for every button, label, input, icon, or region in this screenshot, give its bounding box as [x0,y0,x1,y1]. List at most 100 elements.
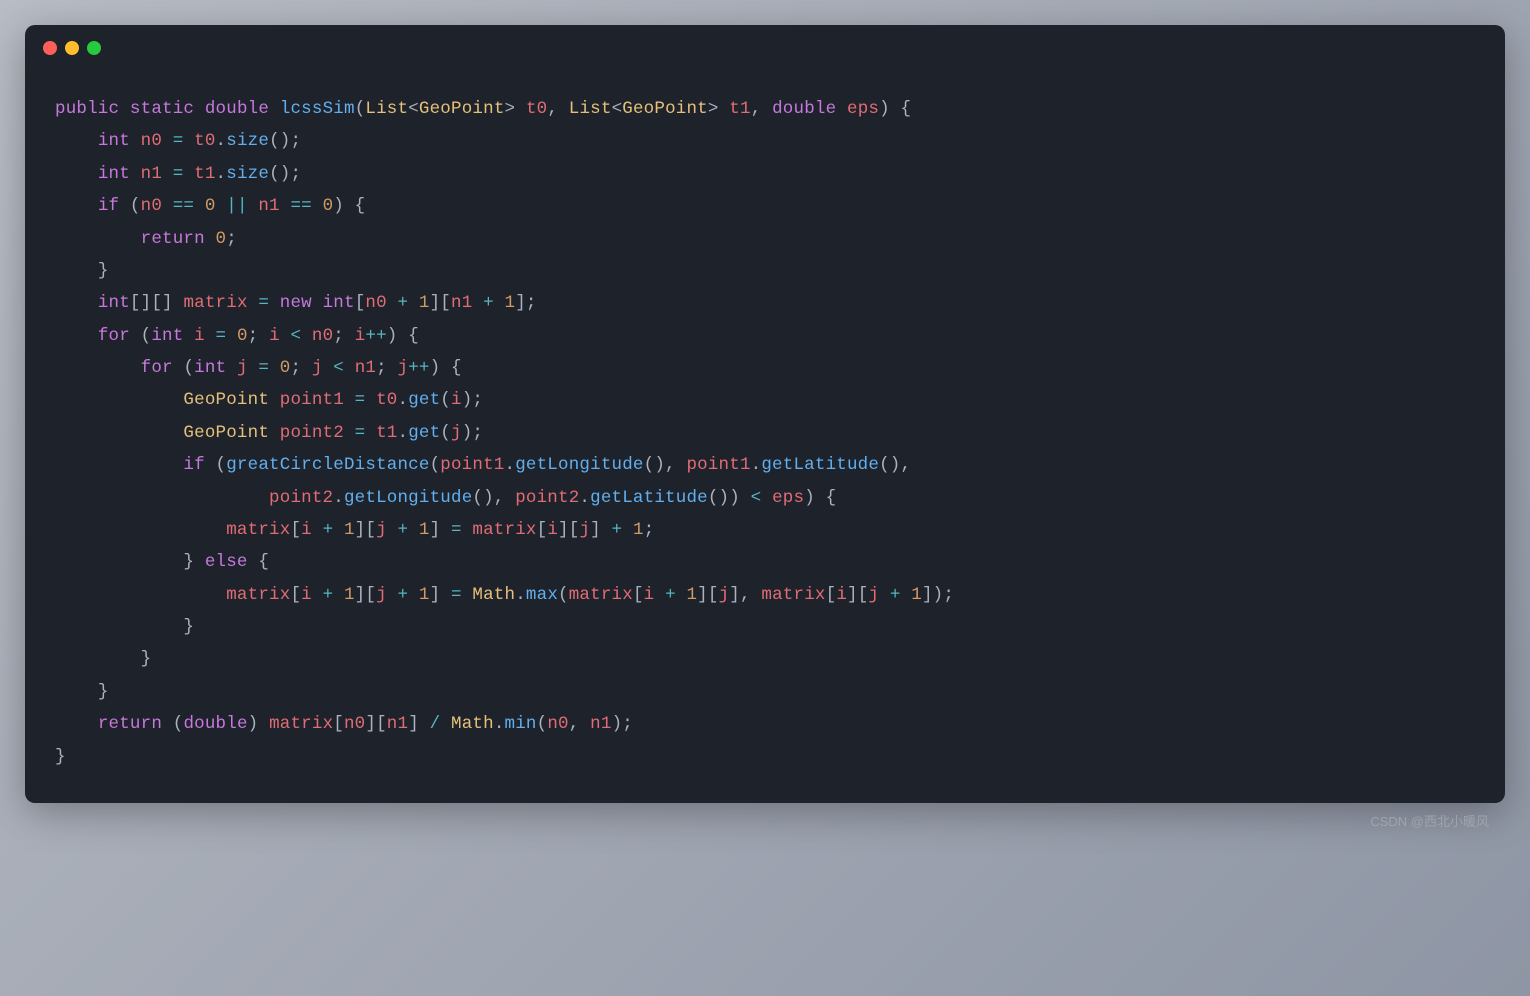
param: eps [847,99,879,119]
keyword: return [141,229,205,249]
method: getLongitude [515,455,643,475]
method: min [505,714,537,734]
number: 1 [419,520,430,540]
number: 1 [344,585,355,605]
class: List [365,99,408,119]
code-block: public static double lcssSim(List<GeoPoi… [25,63,1505,803]
close-icon[interactable] [43,41,57,55]
class: GeoPoint [419,99,505,119]
keyword: public [55,99,119,119]
var: point2 [269,488,333,508]
var: n0 [141,131,162,151]
keyword: int [98,164,130,184]
var: j [237,358,248,378]
method: get [408,390,440,410]
var: point2 [515,488,579,508]
number: 1 [344,520,355,540]
var: i [547,520,558,540]
var: point2 [280,423,344,443]
var: t0 [194,131,215,151]
class: GeoPoint [183,423,269,443]
keyword: if [183,455,204,475]
keyword: return [98,714,162,734]
code-window: public static double lcssSim(List<GeoPoi… [25,25,1505,803]
var: eps [772,488,804,508]
keyword: for [141,358,173,378]
var: j [719,585,730,605]
class: GeoPoint [622,99,708,119]
number: 1 [911,585,922,605]
method: getLatitude [590,488,708,508]
var: t0 [376,390,397,410]
var: i [269,326,280,346]
var: j [376,585,387,605]
keyword: if [98,196,119,216]
class: GeoPoint [183,390,269,410]
keyword: int [323,293,355,313]
var: j [398,358,409,378]
method: size [226,164,269,184]
maximize-icon[interactable] [87,41,101,55]
keyword: int [98,131,130,151]
class: List [569,99,612,119]
keyword: double [183,714,247,734]
var: i [451,390,462,410]
var: n0 [365,293,386,313]
var: j [312,358,323,378]
keyword: int [98,293,130,313]
var: point1 [686,455,750,475]
keyword: else [205,552,248,572]
minimize-icon[interactable] [65,41,79,55]
var: j [451,423,462,443]
var: n1 [590,714,611,734]
function-call: greatCircleDistance [226,455,429,475]
var: n1 [355,358,376,378]
var: point1 [440,455,504,475]
method: max [526,585,558,605]
var: i [644,585,655,605]
keyword: for [98,326,130,346]
var: matrix [569,585,633,605]
var: n1 [451,293,472,313]
var: n1 [258,196,279,216]
var: n0 [344,714,365,734]
var: point1 [280,390,344,410]
keyword: int [194,358,226,378]
var: t1 [194,164,215,184]
method: size [226,131,269,151]
number: 1 [686,585,697,605]
number: 0 [280,358,291,378]
param: t1 [729,99,750,119]
var: matrix [269,714,333,734]
number: 0 [216,229,227,249]
var: matrix [226,585,290,605]
keyword: double [205,99,269,119]
number: 0 [237,326,248,346]
var: matrix [472,520,536,540]
keyword: static [130,99,194,119]
var: n0 [141,196,162,216]
var: n0 [312,326,333,346]
watermark: CSDN @西北小暖风 [25,803,1505,830]
var: i [355,326,366,346]
var: i [194,326,205,346]
var: j [376,520,387,540]
var: i [301,585,312,605]
keyword: new [280,293,312,313]
var: n0 [547,714,568,734]
number: 0 [205,196,216,216]
var: n1 [141,164,162,184]
var: i [836,585,847,605]
var: matrix [183,293,247,313]
keyword: double [772,99,836,119]
class: Math [451,714,494,734]
class: Math [472,585,515,605]
var: t1 [376,423,397,443]
number: 1 [419,293,430,313]
number: 1 [633,520,644,540]
window-titlebar [25,25,1505,63]
number: 0 [323,196,334,216]
var: n1 [387,714,408,734]
var: i [301,520,312,540]
var: j [868,585,879,605]
